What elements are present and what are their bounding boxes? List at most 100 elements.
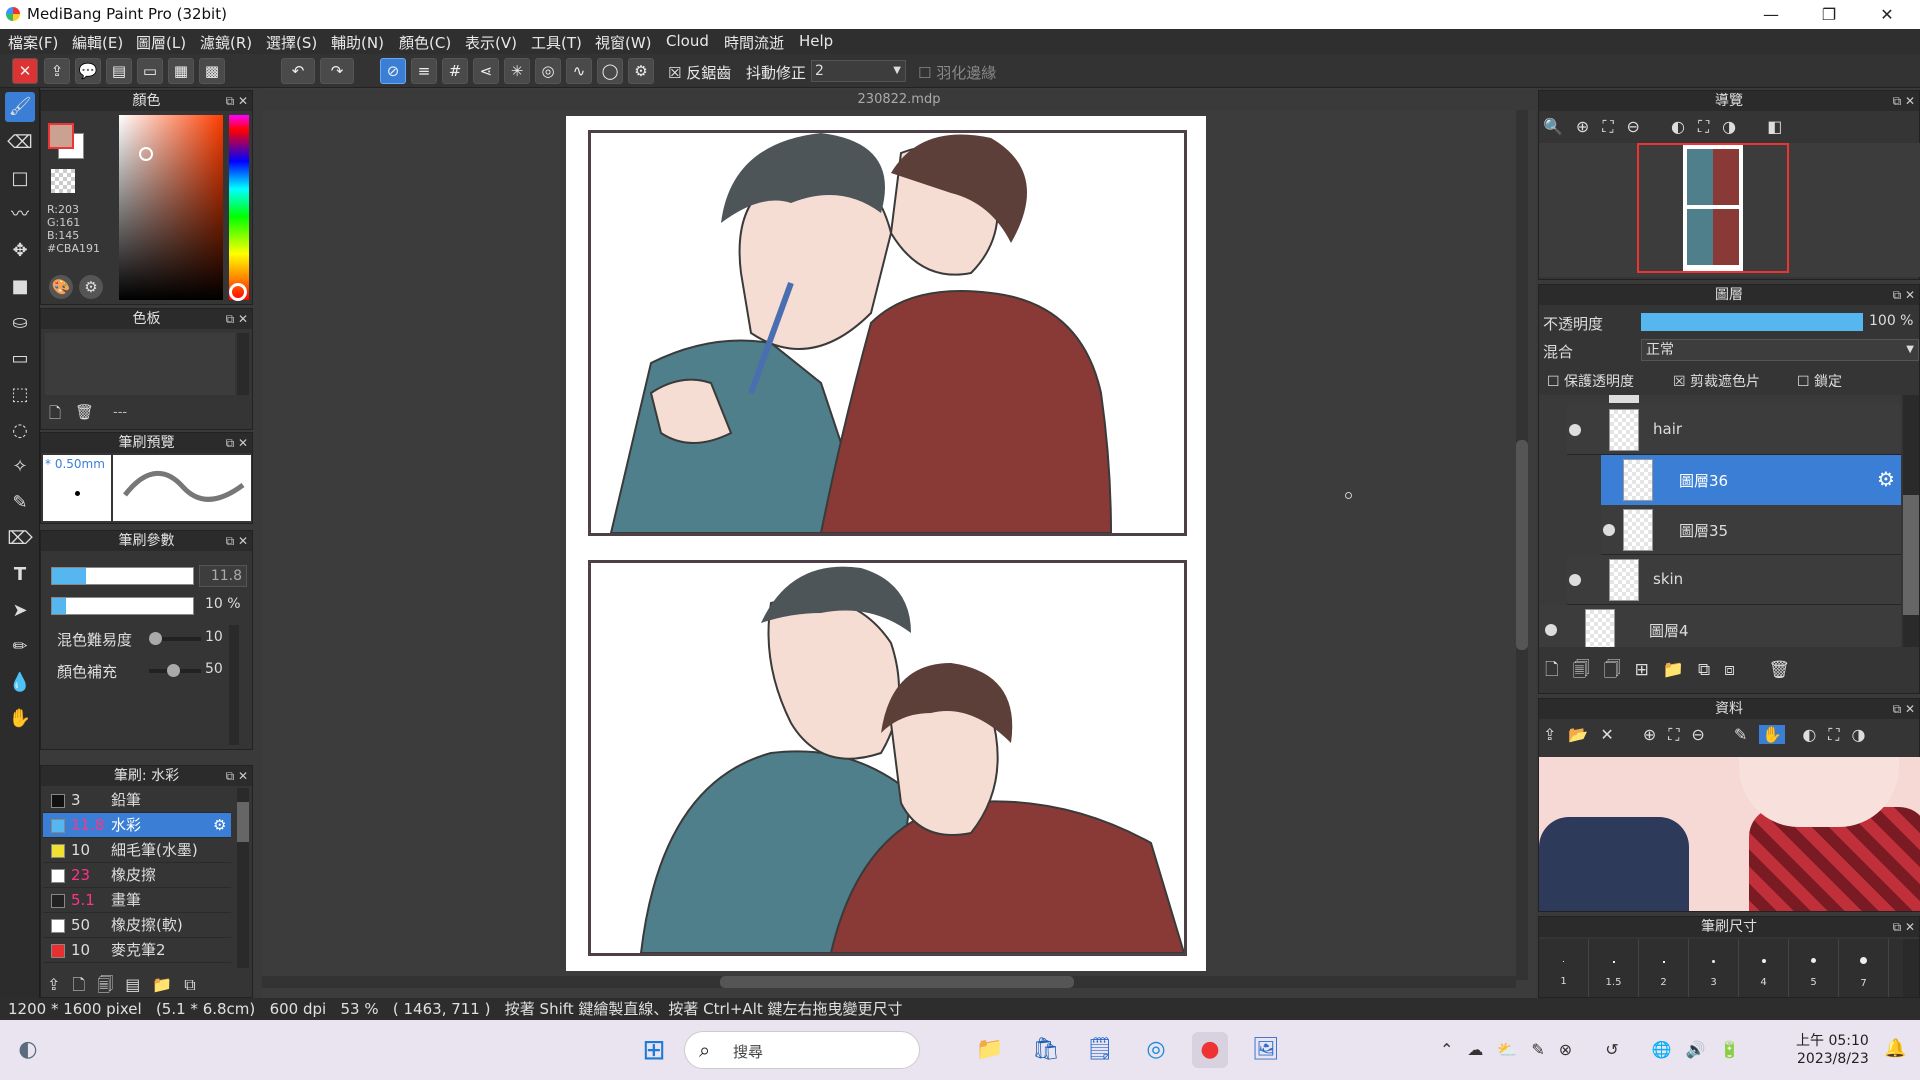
panel-float-close-icon[interactable]: ⧉ ✕ [226, 309, 248, 329]
select-tool-icon[interactable]: ⬚ [5, 380, 35, 410]
menu-layer[interactable]: 圖層(L) [136, 32, 186, 53]
taskbar-search-box[interactable]: ⌕ 搜尋 [684, 1031, 920, 1069]
feather-checkbox[interactable]: ☐ 羽化邊緣 [918, 62, 996, 83]
palette-settings-icon[interactable]: ⚙ [79, 275, 103, 299]
brush-opacity-slider[interactable] [51, 597, 194, 615]
hand-tool-icon[interactable]: ✋ [5, 704, 35, 734]
grid-icon[interactable]: ▩ [199, 58, 225, 84]
color-picker-handle[interactable] [139, 147, 153, 161]
brush-params-scrollbar[interactable] [229, 625, 239, 745]
snap-settings-icon[interactable]: ⚙ [628, 58, 654, 84]
delete-palette-icon[interactable]: 🗑 [75, 403, 94, 421]
brush-tool-icon[interactable]: 🖌 [5, 92, 35, 122]
redo-icon[interactable]: ↷ [320, 58, 354, 84]
minimize-button[interactable]: — [1742, 0, 1800, 29]
lasso-tool-icon[interactable]: ◌ [5, 416, 35, 446]
panel-float-close-icon[interactable]: ⧉ ✕ [226, 531, 248, 551]
brush-item-eraser[interactable]: 23 橡皮擦 [43, 863, 231, 888]
foreground-color-swatch[interactable] [48, 123, 74, 149]
transparent-color-swatch[interactable] [51, 169, 75, 193]
menu-edit[interactable]: 編輯(E) [72, 32, 123, 53]
upload-icon[interactable]: ⇪ [44, 58, 70, 84]
page-icon[interactable]: ▭ [137, 58, 163, 84]
layer-row-4[interactable]: 圖層4 [1539, 605, 1901, 647]
notification-icon[interactable]: 🔔 [1884, 1038, 1906, 1059]
menu-tool[interactable]: 工具(T) [531, 32, 582, 53]
maximize-button[interactable]: ❐ [1800, 0, 1858, 29]
lock-checkbox[interactable]: ☐ 鎖定 [1797, 371, 1842, 391]
vertical-scrollbar[interactable] [1516, 110, 1528, 980]
weather-icon[interactable]: ◐ [10, 1032, 46, 1068]
materials-preview[interactable] [1539, 757, 1920, 911]
brush-item-ink-brush[interactable]: 10 細毛筆(水墨) [43, 838, 231, 863]
brush-item-paintbrush[interactable]: 5.1 畫筆 [43, 888, 231, 913]
comment-icon[interactable]: ▤ [106, 58, 132, 84]
parallel-snap-icon[interactable]: ≡ [411, 58, 437, 84]
grid-snap-icon[interactable]: # [442, 58, 468, 84]
panel-float-close-icon[interactable]: ⧉ ✕ [1893, 917, 1915, 937]
magic-wand-icon[interactable]: ✧ [5, 452, 35, 482]
layer-actions[interactable]: 🗋🗐🗍⊞📁⧉⧈ 🗑 [1545, 657, 1804, 686]
clipping-checkbox[interactable]: ☒ 剪裁遮色片 [1673, 371, 1760, 391]
hue-slider-handle[interactable] [229, 283, 247, 301]
menu-window[interactable]: 視窗(W) [595, 32, 652, 53]
system-tray-icons[interactable]: ⌃☁⛅✎⊗ ↺ 🌐🔊🔋 [1440, 1040, 1753, 1059]
panel-float-close-icon[interactable]: ⧉ ✕ [226, 91, 248, 111]
new-palette-icon[interactable]: 🗋 [49, 403, 61, 428]
menu-assist[interactable]: 輔助(N) [331, 32, 384, 53]
palette-scrollbar[interactable] [237, 333, 249, 395]
gear-icon[interactable]: ⚙ [1877, 467, 1895, 491]
brush-item-soft-eraser[interactable]: 50 橡皮擦(軟) [43, 913, 231, 938]
radial-snap-icon[interactable]: ✳ [504, 58, 530, 84]
document-tab[interactable]: 230822.mdp [262, 90, 1536, 110]
brush-size-cell[interactable]: 4 [1739, 939, 1789, 997]
brush-list-actions[interactable]: ⇪🗋🗐▤📁⧉ [47, 974, 208, 1001]
brush-list-scrollbar[interactable] [237, 788, 249, 968]
bucket-tool-icon[interactable]: ⛀ [5, 308, 35, 338]
photos-icon[interactable]: 🖼 [1248, 1032, 1284, 1068]
layer-row-36[interactable]: 圖層36 ⚙ [1601, 455, 1901, 505]
select-eraser-icon[interactable]: ⌦ [5, 524, 35, 554]
notepad-icon[interactable]: 🗒 [1082, 1032, 1118, 1068]
menu-select[interactable]: 選擇(S) [266, 32, 317, 53]
brush-size-cell[interactable]: 2 [1639, 939, 1689, 997]
palette-swatch-area[interactable] [45, 333, 235, 395]
layer-row-35[interactable]: 圖層35 [1601, 505, 1901, 555]
saturation-value-picker[interactable] [119, 115, 223, 300]
edge-browser-icon[interactable]: ◎ [1138, 1032, 1174, 1068]
select-pen-icon[interactable]: ✎ [5, 488, 35, 518]
brush-size-scrollbar[interactable] [1903, 939, 1919, 997]
circle-snap-icon[interactable]: ◎ [535, 58, 561, 84]
panel-float-close-icon[interactable]: ⧉ ✕ [226, 766, 248, 786]
ellipse-snap-icon[interactable]: ◯ [597, 58, 623, 84]
menu-timelapse[interactable]: 時間流逝 [724, 32, 784, 53]
clock[interactable]: 上午 05:10 2023/8/23 [1796, 1032, 1869, 1068]
canvas-page[interactable] [566, 116, 1206, 971]
brush-size-cell[interactable]: 7 [1839, 939, 1889, 997]
menu-file[interactable]: 檔案(F) [8, 32, 58, 53]
brush-size-value[interactable]: 11.8 [199, 565, 247, 587]
snap-off-icon[interactable]: ⊘ [380, 58, 406, 84]
panel-float-close-icon[interactable]: ⧉ ✕ [1893, 285, 1915, 305]
hue-slider[interactable] [229, 115, 249, 300]
eye-icon[interactable] [1603, 524, 1615, 536]
menu-filter[interactable]: 濾鏡(R) [200, 32, 252, 53]
eraser-tool-icon[interactable]: ⌫ [5, 128, 35, 158]
speech-bubble-icon[interactable]: 💬 [75, 58, 101, 84]
gradient-tool-icon[interactable]: ▭ [5, 344, 35, 374]
panel-float-close-icon[interactable]: ⧉ ✕ [226, 433, 248, 453]
palette-icon[interactable]: 🎨 [49, 275, 73, 299]
undo-icon[interactable]: ↶ [281, 58, 315, 84]
brush-size-cell[interactable]: 1 [1539, 939, 1589, 997]
brush-item-pencil[interactable]: 3 鉛筆 [43, 788, 231, 813]
brush-size-cell[interactable]: 1.5 [1589, 939, 1639, 997]
color-fill-slider[interactable] [149, 664, 201, 677]
menu-view[interactable]: 表示(V) [465, 32, 517, 53]
brush-item-marker[interactable]: 10 麥克筆2 [43, 938, 231, 963]
layer-scrollbar[interactable] [1903, 395, 1919, 647]
close-button[interactable]: ✕ [1858, 0, 1916, 29]
gear-icon[interactable]: ⚙ [213, 813, 226, 837]
dot-tool-icon[interactable]: □ [5, 164, 35, 194]
horizontal-scrollbar[interactable] [262, 976, 1516, 988]
store-icon[interactable]: 🛍 [1028, 1032, 1064, 1068]
